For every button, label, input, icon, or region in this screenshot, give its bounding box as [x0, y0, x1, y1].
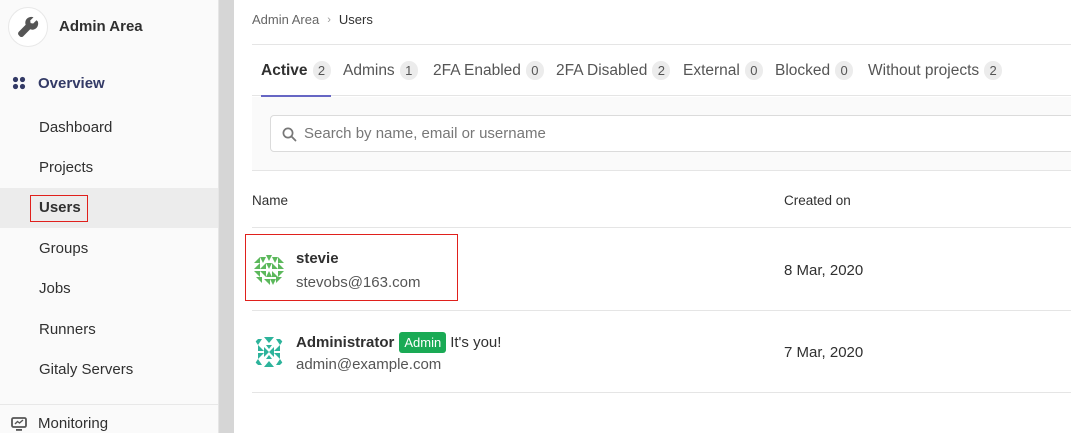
tab-label: 2FA Disabled: [556, 61, 648, 79]
wrench-icon: [8, 7, 48, 47]
users-highlight-box: [30, 195, 88, 222]
tab-count-badge: 1: [399, 61, 418, 80]
sidebar-scrollbar[interactable]: [218, 0, 234, 433]
tab-2fa-enabled[interactable]: 2FA Enabled 0: [433, 45, 544, 96]
sidebar-item-label: Runners: [39, 321, 96, 338]
tab-label: Admins: [343, 61, 395, 79]
breadcrumb-parent-link[interactable]: Admin Area: [252, 12, 319, 27]
table-row: Administrator Admin It's you! admin@exam…: [252, 311, 1071, 393]
app: Admin Area Overview Dashboard Projects U…: [0, 0, 1071, 433]
tab-active[interactable]: Active 2: [261, 45, 331, 97]
breadcrumb-current[interactable]: Users: [339, 12, 373, 27]
user-filter-tabs: Active 2 Admins 1 2FA Enabled 0 2FA Disa…: [252, 45, 1071, 97]
user-email: admin@example.com: [296, 356, 442, 373]
sidebar-item-groups[interactable]: Groups: [0, 229, 218, 269]
table-header: Name Created on: [252, 172, 1071, 228]
tab-external[interactable]: External 0: [683, 45, 763, 96]
sidebar-item-jobs[interactable]: Jobs: [0, 269, 218, 309]
column-header-name: Name: [252, 193, 289, 208]
tab-blocked[interactable]: Blocked 0: [775, 45, 854, 96]
tab-2fa-disabled[interactable]: 2FA Disabled 2: [556, 45, 671, 96]
admin-badge: Admin: [399, 332, 447, 353]
tab-count-badge: 2: [312, 61, 331, 80]
tab-label: Blocked: [775, 61, 831, 79]
sidebar-item-label: Groups: [39, 240, 89, 257]
tab-count-badge: 0: [525, 61, 544, 80]
search-icon: [282, 127, 297, 142]
sidebar-item-dashboard[interactable]: Dashboard: [0, 108, 218, 148]
sidebar-item-overview[interactable]: Overview: [0, 59, 218, 107]
chevron-right-icon: ›: [327, 13, 331, 26]
tab-count-badge: 2: [652, 61, 671, 80]
avatar[interactable]: [252, 335, 286, 369]
tab-admins[interactable]: Admins 1: [343, 45, 418, 96]
tab-label: Active: [261, 61, 308, 79]
user-name-text: Administrator: [296, 334, 395, 351]
monitor-icon: [11, 417, 27, 431]
sidebar-item-label: Overview: [38, 75, 105, 92]
tab-without-projects[interactable]: Without projects 2: [868, 45, 1003, 96]
search-bar-area: [252, 97, 1071, 171]
tab-count-badge: 0: [835, 61, 854, 80]
main-content: Admin Area › Users Active 2 Admins 1 2FA…: [234, 0, 1071, 433]
sidebar-item-label: Dashboard: [39, 119, 113, 136]
sidebar-item-runners[interactable]: Runners: [0, 310, 218, 350]
sidebar-item-label: Gitaly Servers: [39, 361, 134, 378]
sidebar-item-label: Monitoring: [38, 415, 109, 432]
tab-count-badge: 2: [984, 61, 1003, 80]
search-box[interactable]: [270, 115, 1071, 152]
tab-label: Without projects: [868, 61, 980, 79]
user-created-date: 8 Mar, 2020: [784, 262, 864, 279]
user-highlight-box: [245, 234, 458, 301]
sidebar-item-label: Jobs: [39, 280, 71, 297]
sidebar: Admin Area Overview Dashboard Projects U…: [0, 0, 218, 433]
sidebar-context-title: Admin Area: [59, 18, 143, 35]
sidebar-item-gitaly-servers[interactable]: Gitaly Servers: [0, 350, 218, 390]
sidebar-item-monitoring[interactable]: Monitoring: [0, 404, 218, 433]
breadcrumb: Admin Area › Users: [252, 12, 373, 27]
sidebar-context-header[interactable]: Admin Area: [0, 0, 218, 54]
sidebar-item-projects[interactable]: Projects: [0, 148, 218, 188]
user-created-date: 7 Mar, 2020: [784, 344, 864, 361]
tab-label: External: [683, 61, 740, 79]
column-header-created-on: Created on: [784, 193, 851, 208]
sidebar-item-label: Projects: [39, 159, 94, 176]
overview-grid-icon: [12, 76, 26, 90]
tab-label: 2FA Enabled: [433, 61, 521, 79]
user-name[interactable]: Administrator Admin It's you!: [296, 332, 501, 353]
search-input[interactable]: [304, 116, 1064, 151]
current-user-note: It's you!: [450, 334, 502, 351]
tab-count-badge: 0: [744, 61, 763, 80]
